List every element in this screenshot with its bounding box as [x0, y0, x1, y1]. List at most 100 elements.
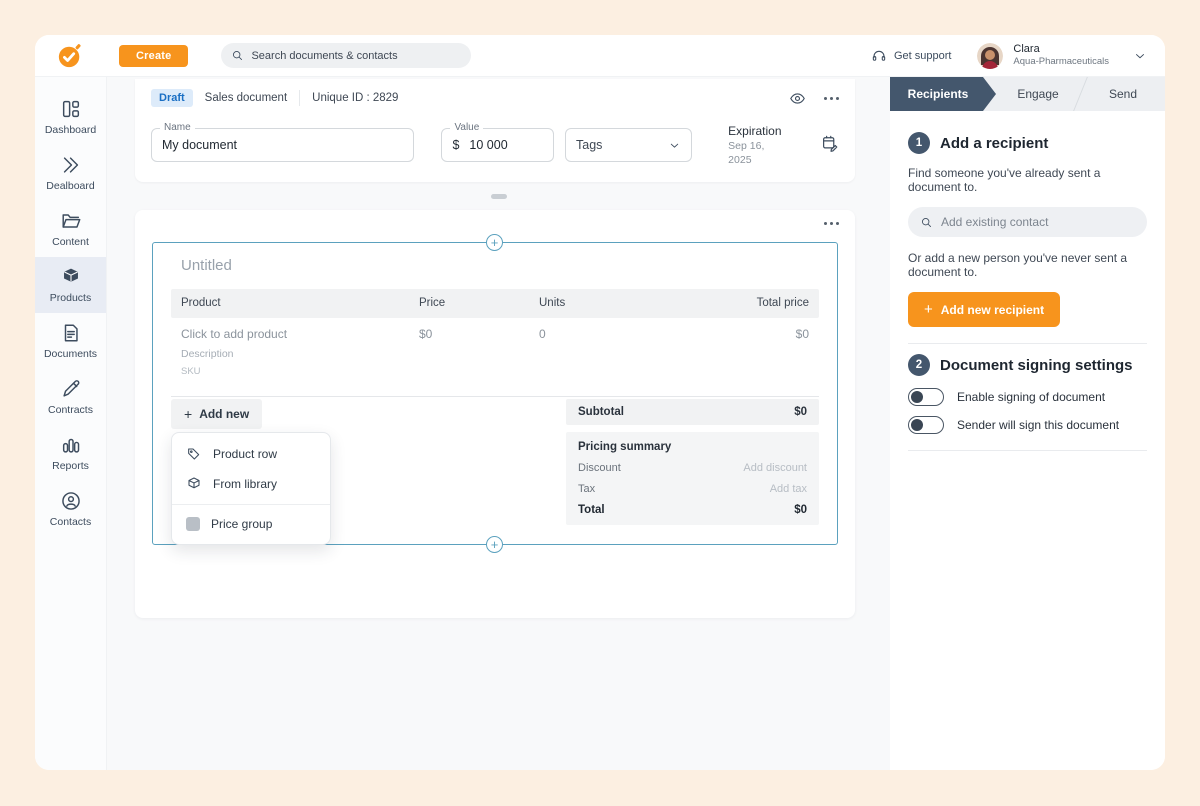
tab-label: Engage — [1017, 87, 1058, 101]
document-type: Sales document — [205, 92, 287, 104]
subtotal-label: Subtotal — [578, 406, 624, 418]
chevron-down-icon — [668, 139, 681, 152]
menu-item-from-library[interactable]: From library — [172, 469, 330, 499]
product-placeholder[interactable]: Click to add product — [181, 327, 419, 341]
avatar[interactable] — [977, 43, 1003, 69]
sidebar-item-products[interactable]: Products — [35, 257, 106, 313]
toggle-sender-sign[interactable]: Sender will sign this document — [908, 416, 1147, 434]
column-header-units: Units — [539, 297, 689, 309]
add-discount-button[interactable]: Add discount — [743, 462, 807, 474]
create-button[interactable]: Create — [119, 45, 188, 67]
get-support-label: Get support — [894, 50, 951, 62]
sidebar-item-dashboard[interactable]: Dashboard — [35, 89, 106, 145]
tax-label: Tax — [578, 483, 595, 495]
document-content-card: + + Untitled Product Price Units Total p… — [135, 210, 855, 618]
toggle-switch[interactable] — [908, 416, 944, 434]
product-units[interactable]: 0 — [539, 327, 689, 341]
table-header-row: Product Price Units Total price — [171, 289, 819, 318]
product-row[interactable]: Click to add product $0 0 $0 Description… — [171, 327, 819, 377]
tags-dropdown[interactable]: Tags — [565, 128, 692, 162]
add-new-button[interactable]: + Add new — [171, 399, 262, 429]
tab-engage[interactable]: Engage — [996, 77, 1080, 111]
user-info[interactable]: Clara Aqua-Pharmaceuticals — [1013, 43, 1109, 69]
app-window: Create Search documents & contacts Get s… — [35, 35, 1165, 770]
preview-eye-icon[interactable] — [789, 90, 806, 107]
tab-recipients[interactable]: Recipients — [890, 77, 996, 111]
contact-icon — [60, 490, 82, 512]
pencil-icon — [60, 378, 82, 400]
sidebar-item-contacts[interactable]: Contacts — [35, 481, 106, 537]
menu-item-price-group[interactable]: Price group — [172, 510, 330, 538]
tags-dropdown-label: Tags — [576, 138, 602, 152]
get-support-button[interactable]: Get support — [871, 48, 951, 64]
drag-handle[interactable] — [491, 194, 507, 199]
plus-icon: + — [924, 301, 933, 318]
add-new-recipient-button[interactable]: + Add new recipient — [908, 292, 1060, 327]
sidebar-item-label: Dealboard — [46, 180, 94, 192]
sidebar-item-label: Dashboard — [45, 124, 96, 136]
name-field[interactable]: Name My document — [151, 128, 414, 162]
add-tax-button[interactable]: Add tax — [770, 483, 807, 495]
column-header-product: Product — [181, 297, 419, 309]
add-existing-contact-input[interactable]: Add existing contact — [908, 207, 1147, 237]
sidebar-item-label: Contacts — [50, 516, 91, 528]
sidebar-item-label: Documents — [44, 348, 97, 360]
sidebar-item-contracts[interactable]: Contracts — [35, 369, 106, 425]
product-total: $0 — [689, 327, 809, 341]
value-field-label: Value — [450, 122, 483, 133]
toggle-enable-signing[interactable]: Enable signing of document — [908, 388, 1147, 406]
tab-label: Recipients — [908, 87, 969, 101]
total-value: $0 — [794, 504, 807, 516]
add-new-label: Add new — [199, 407, 249, 421]
value-field[interactable]: Value $ 10 000 — [441, 128, 554, 162]
more-icon[interactable] — [824, 222, 839, 225]
cube-icon — [60, 266, 82, 288]
global-search-input[interactable]: Search documents & contacts — [221, 43, 471, 68]
pricing-table-block[interactable]: + + Untitled Product Price Units Total p… — [152, 242, 838, 545]
menu-item-label: Product row — [213, 447, 277, 461]
name-field-label: Name — [160, 122, 195, 133]
divider — [171, 396, 819, 397]
dealboard-icon — [60, 154, 82, 176]
calendar-edit-icon — [821, 134, 839, 152]
divider — [908, 450, 1147, 451]
panel-tab-bar: Recipients Engage Send — [890, 77, 1165, 111]
expiration-label: Expiration — [728, 123, 789, 139]
block-title-placeholder[interactable]: Untitled — [181, 257, 232, 274]
more-icon[interactable] — [824, 97, 839, 100]
column-header-total-price: Total price — [689, 297, 809, 309]
sidebar-item-label: Products — [50, 292, 91, 304]
divider — [299, 90, 300, 106]
contact-search-placeholder: Add existing contact — [941, 215, 1048, 229]
expiration-info: Expiration Sep 16, 2025 — [728, 123, 789, 168]
sidebar-item-documents[interactable]: Documents — [35, 313, 106, 369]
app-logo-icon — [57, 43, 83, 69]
product-price[interactable]: $0 — [419, 327, 539, 341]
unique-id: Unique ID : 2829 — [312, 92, 398, 104]
dashboard-icon — [60, 98, 82, 120]
step1-title: Add a recipient — [940, 135, 1048, 152]
description-placeholder[interactable]: Description — [181, 348, 809, 360]
sidebar-item-content[interactable]: Content — [35, 201, 106, 257]
toggle-switch[interactable] — [908, 388, 944, 406]
search-icon — [231, 49, 244, 62]
cube-outline-icon — [186, 476, 202, 492]
sidebar-item-dealboard[interactable]: Dealboard — [35, 145, 106, 201]
add-block-above-button[interactable]: + — [486, 234, 503, 251]
menu-item-label: From library — [213, 477, 277, 491]
tab-send[interactable]: Send — [1081, 77, 1165, 111]
headset-icon — [871, 48, 887, 64]
edit-expiration-button[interactable] — [821, 134, 839, 157]
toggle-label: Enable signing of document — [957, 390, 1105, 404]
chevron-down-icon[interactable] — [1133, 49, 1147, 63]
tab-label: Send — [1109, 87, 1137, 101]
right-panel: Recipients Engage Send 1 Add a recipient… — [890, 77, 1165, 770]
plus-icon: + — [184, 406, 192, 422]
add-block-below-button[interactable]: + — [486, 536, 503, 553]
global-search-placeholder: Search documents & contacts — [251, 50, 397, 62]
sidebar-item-label: Contracts — [48, 404, 93, 416]
sidebar-item-reports[interactable]: Reports — [35, 425, 106, 481]
menu-item-product-row[interactable]: Product row — [172, 439, 330, 469]
top-bar: Create Search documents & contacts Get s… — [35, 35, 1165, 77]
sku-placeholder[interactable]: SKU — [181, 366, 809, 377]
